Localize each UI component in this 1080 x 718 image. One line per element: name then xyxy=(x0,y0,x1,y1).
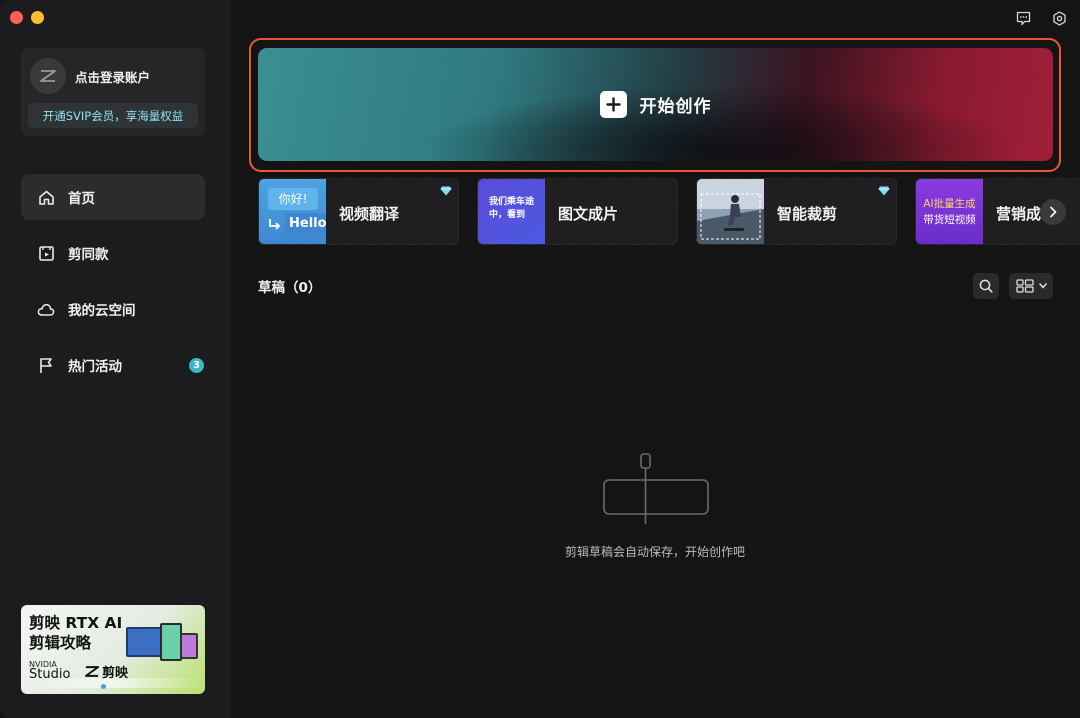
grid-view-icon xyxy=(1015,279,1034,293)
empty-drafts-message: 剪辑草稿会自动保存，开始创作吧 xyxy=(564,545,745,559)
feature-label: 智能裁剪 xyxy=(777,205,838,223)
sidebar-item-templates[interactable]: 剪同款 xyxy=(21,230,205,276)
cloud-icon xyxy=(37,300,55,318)
feature-label: 视频翻译 xyxy=(339,205,400,223)
feature-thumbnail: 我们乘车途中，看到 xyxy=(478,179,545,244)
rtx-promo-banner[interactable]: 剪映 RTX AI 剪辑攻略 NVIDIA Studio 剪映 xyxy=(21,605,205,694)
avatar[interactable] xyxy=(30,58,66,94)
vip-promo-button[interactable]: 开通SVIP会员，享海量权益 xyxy=(28,103,198,128)
login-label[interactable]: 点击登录账户 xyxy=(75,67,150,86)
feature-thumbnail xyxy=(697,179,764,244)
plus-icon xyxy=(599,91,627,118)
sidebar-nav: 首页 剪同款 我的云空间 热门活动 3 xyxy=(21,174,205,398)
sidebar: 点击登录账户 开通SVIP会员，享海量权益 首页 剪同款 我的云空间 热门活动 … xyxy=(0,0,231,718)
feedback-icon[interactable] xyxy=(1014,9,1032,27)
sidebar-item-home[interactable]: 首页 xyxy=(21,174,205,220)
feature-card-smart-crop[interactable]: 智能裁剪 xyxy=(696,178,897,245)
promo-screens-image xyxy=(126,623,198,661)
home-icon xyxy=(37,188,55,206)
feature-card-text-to-video[interactable]: 我们乘车途中，看到 图文成片 xyxy=(477,178,678,245)
translate-arrow-icon xyxy=(269,219,281,230)
carousel-dot[interactable] xyxy=(101,684,106,689)
sidebar-item-label: 我的云空间 xyxy=(68,303,136,319)
pro-diamond-icon xyxy=(878,186,890,196)
template-icon xyxy=(37,244,55,262)
sidebar-item-hot-events[interactable]: 热门活动 3 xyxy=(21,342,205,388)
feature-thumbnail: AI批量生成 带货短视频 xyxy=(916,179,983,244)
skater-image xyxy=(697,179,764,244)
header-actions xyxy=(1014,9,1068,27)
view-mode-toggle[interactable] xyxy=(1009,273,1053,299)
search-icon xyxy=(979,279,993,293)
promo-title: 剪映 RTX AI 剪辑攻略 xyxy=(29,614,123,652)
sidebar-item-label: 剪同款 xyxy=(68,247,109,263)
start-creating-button[interactable]: 开始创作 xyxy=(258,48,1053,161)
drafts-search-button[interactable] xyxy=(973,273,999,299)
drafts-title: 草稿（0） xyxy=(258,280,322,296)
app-window: 点击登录账户 开通SVIP会员，享海量权益 首页 剪同款 我的云空间 热门活动 … xyxy=(0,0,1080,718)
minimize-window-button[interactable] xyxy=(31,11,44,24)
settings-icon[interactable] xyxy=(1050,9,1068,27)
feature-label: 营销成 xyxy=(996,205,1042,223)
flag-icon xyxy=(37,356,55,374)
sidebar-item-label: 首页 xyxy=(68,191,95,207)
notification-badge: 3 xyxy=(189,358,204,373)
start-creating-label: 开始创作 xyxy=(639,97,712,117)
capcut-logo-icon xyxy=(40,70,56,82)
scroll-right-button[interactable] xyxy=(1040,199,1066,225)
feature-label: 图文成片 xyxy=(558,205,619,223)
account-card[interactable]: 点击登录账户 开通SVIP会员，享海量权益 xyxy=(21,48,205,136)
pro-diamond-icon xyxy=(440,186,452,196)
feature-thumbnail: 你好! Hello xyxy=(259,179,326,244)
chevron-right-icon xyxy=(1050,206,1057,218)
feature-card-video-translate[interactable]: 你好! Hello 视频翻译 xyxy=(258,178,459,245)
promo-stripe xyxy=(21,678,205,688)
sidebar-item-cloud-space[interactable]: 我的云空间 xyxy=(21,286,205,332)
sidebar-item-label: 热门活动 xyxy=(68,359,122,375)
close-window-button[interactable] xyxy=(10,11,23,24)
window-controls xyxy=(10,11,44,24)
feature-cards: 你好! Hello 视频翻译 我们乘车途中，看到 图文成片 智能裁剪 AI批量生… xyxy=(258,178,1080,246)
empty-drafts-illustration xyxy=(603,453,709,524)
chevron-down-icon xyxy=(1038,283,1047,289)
capcut-logo-icon xyxy=(85,666,99,677)
